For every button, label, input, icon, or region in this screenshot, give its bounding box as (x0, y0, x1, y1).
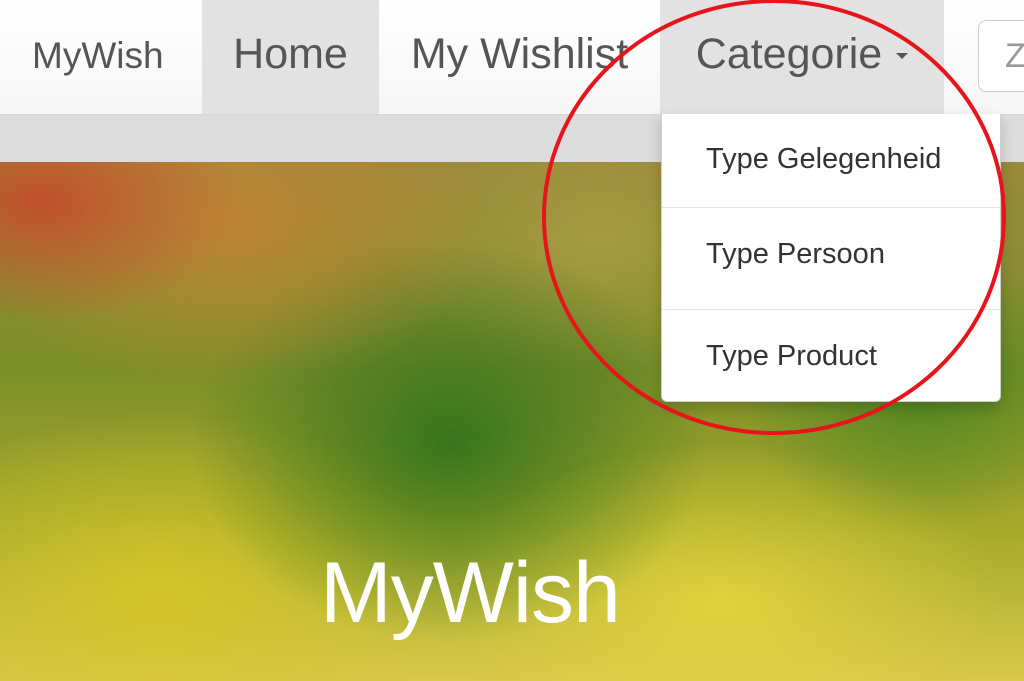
dropdown-divider (662, 309, 1000, 310)
hero-title: MyWish (320, 545, 621, 641)
dropdown-item-type-gelegenheid[interactable]: Type Gelegenheid (662, 114, 1000, 208)
caret-down-icon (896, 52, 909, 59)
dropdown-divider (662, 207, 1000, 208)
dropdown-item-type-product[interactable]: Type Product (662, 311, 1000, 405)
search-input[interactable] (978, 20, 1024, 92)
top-navbar: MyWish Home My Wishlist Categorie (0, 0, 1024, 115)
nav-item-my-wishlist[interactable]: My Wishlist (379, 0, 660, 114)
nav-item-home[interactable]: Home (202, 0, 379, 114)
nav-item-categorie-label: Categorie (695, 30, 883, 78)
nav-item-categorie[interactable]: Categorie (660, 0, 944, 114)
dropdown-item-type-persoon[interactable]: Type Persoon (662, 209, 1000, 303)
page: MyWish Home My Wishlist Categorie MyWish… (0, 0, 1024, 681)
brand-link[interactable]: MyWish (32, 0, 164, 114)
categorie-dropdown-menu: Type Gelegenheid Type Persoon Type Produ… (661, 114, 1001, 402)
